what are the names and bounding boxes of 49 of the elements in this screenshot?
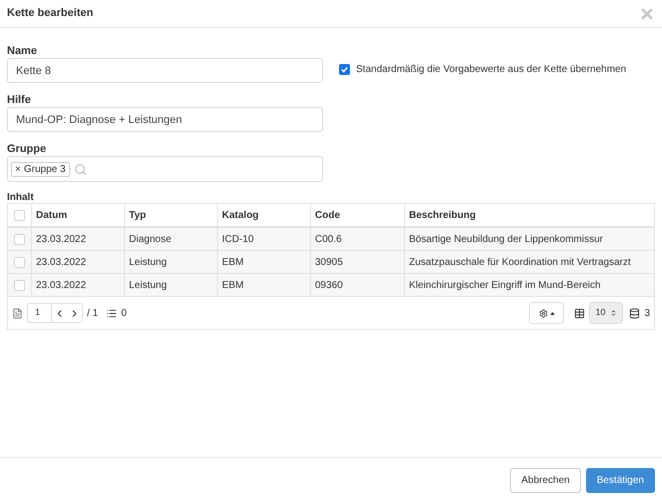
- field-label: Hilfe: [7, 93, 32, 107]
- total-count: 3: [644, 306, 650, 320]
- page-count: / 1: [87, 306, 98, 320]
- window-title: Kette bearbeiten: [7, 6, 94, 22]
- table-cell: Leistung: [125, 274, 218, 296]
- checkbox[interactable]: [339, 64, 350, 75]
- up-down-arrows-icon: [610, 309, 618, 317]
- column-header[interactable]: Typ: [125, 204, 218, 226]
- column-header[interactable]: Datum: [32, 204, 125, 226]
- list-icon: [106, 308, 118, 318]
- table-cell: 30905: [311, 251, 405, 273]
- group-tag[interactable]: × Gruppe 3: [11, 162, 70, 176]
- pager[interactable]: 1: [27, 303, 83, 323]
- table-cell: ICD-10: [218, 228, 311, 250]
- table-cell: EBM: [218, 274, 311, 296]
- table-cell: C00.6: [311, 228, 405, 250]
- table-cell: 09360: [311, 274, 405, 296]
- table-cell-text: Zusatzpauschale für Koordination mit Vertragsarzt: [408, 256, 632, 270]
- settings-button[interactable]: [529, 302, 564, 324]
- caret-icon: [550, 312, 555, 314]
- section-label: Inhalt: [7, 191, 35, 202]
- search-icon: [74, 162, 87, 176]
- field-label: Name: [7, 44, 38, 58]
- checkbox-label: Standardmäßig die Vorgabewerte aus der Kette übernehmen: [356, 63, 626, 77]
- name-field[interactable]: Kette 8: [7, 58, 323, 83]
- help-field[interactable]: Mund-OP: Diagnose + Leistungen: [7, 107, 323, 132]
- table-cell: 23.03.2022: [32, 251, 125, 273]
- table-cell: 23.03.2022: [32, 274, 125, 296]
- table-cell: EBM: [218, 251, 311, 273]
- selected-count: 0: [121, 306, 127, 320]
- table-cell-text: Kleinchirurgischer Eingriff im Mund-Bereich: [408, 278, 602, 292]
- table-icon: [574, 308, 586, 318]
- cancel-button[interactable]: Abbrechen: [510, 468, 581, 492]
- table-cell: Leistung: [125, 251, 218, 273]
- page-icon: [12, 308, 23, 318]
- column-header[interactable]: Code: [311, 204, 405, 226]
- field-label: Gruppe: [7, 142, 48, 156]
- table-cell: Diagnose: [125, 228, 218, 250]
- page-size-select[interactable]: 10: [589, 302, 624, 324]
- page-field[interactable]: 1: [28, 304, 52, 322]
- group-field[interactable]: × Gruppe 3: [7, 156, 323, 182]
- table-cell: 23.03.2022: [32, 228, 125, 250]
- database-icon: [629, 308, 640, 318]
- close-icon[interactable]: [639, 6, 655, 22]
- table-cell-text: Bösartige Neubildung der Lippenkommissur: [408, 232, 604, 246]
- column-header[interactable]: Beschreibung: [405, 204, 654, 226]
- settings-icon: [538, 308, 548, 318]
- column-header[interactable]: Katalog: [218, 204, 311, 226]
- confirm-button[interactable]: Bestätigen: [586, 468, 655, 492]
